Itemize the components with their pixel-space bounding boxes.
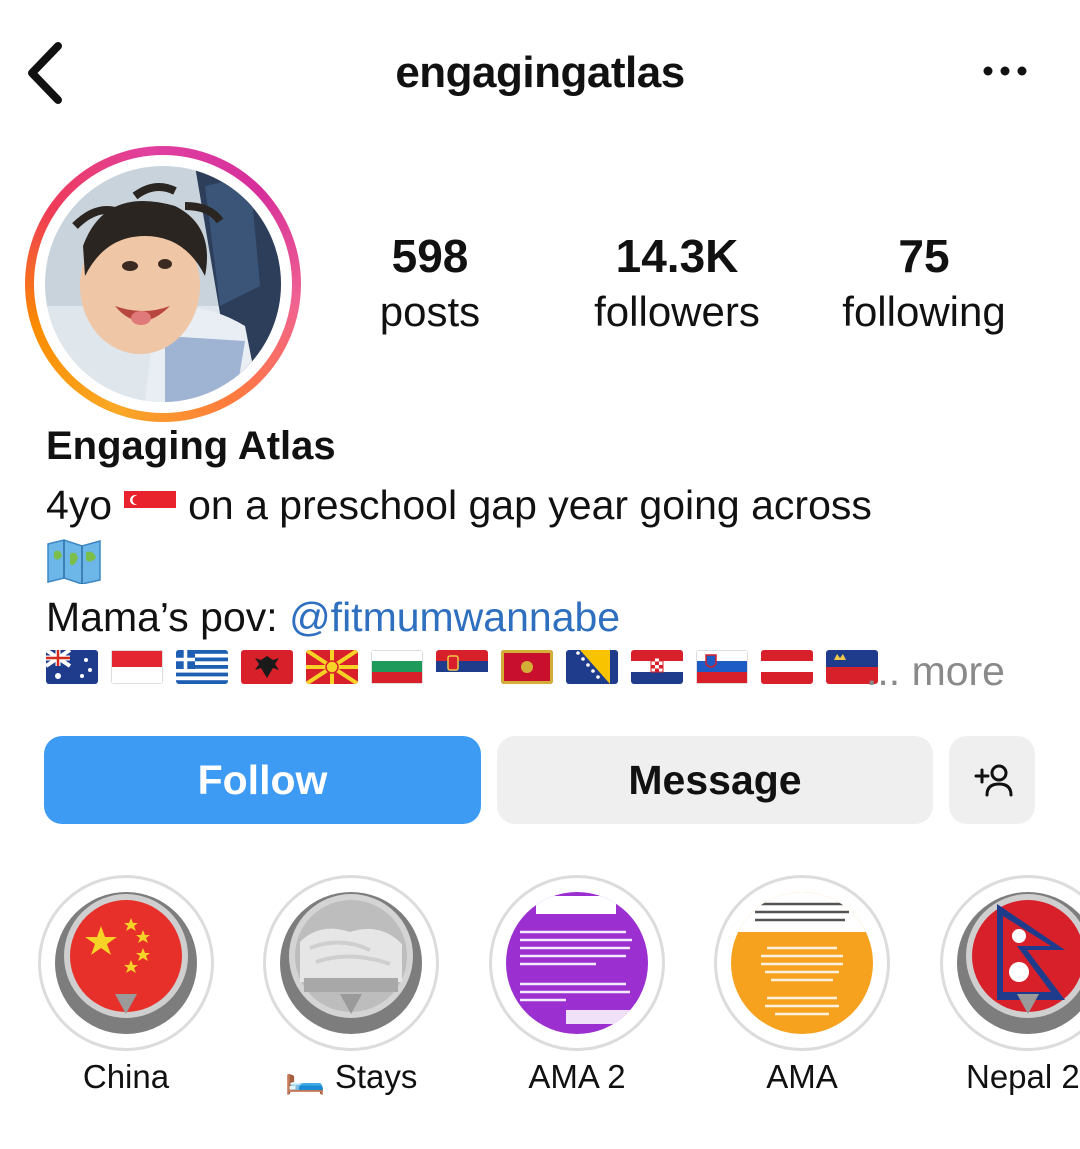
profile-display-name: Engaging Atlas — [46, 424, 336, 468]
greece-flag-icon — [176, 650, 228, 684]
bulgaria-flag-icon — [371, 650, 423, 684]
highlight-china-label: China — [82, 1058, 170, 1095]
stat-following-label: following — [842, 288, 1006, 335]
highlight-ama[interactable] — [714, 875, 890, 1051]
stat-posts-label: posts — [379, 288, 481, 335]
profile-username-title: engagingatlas — [395, 48, 685, 97]
highlight-nepal-2[interactable] — [940, 875, 1080, 1051]
avatar[interactable] — [45, 166, 281, 402]
stat-followers-label: followers — [594, 288, 760, 335]
highlight-stays[interactable] — [263, 875, 439, 1051]
australia-flag-icon — [46, 650, 98, 684]
message-button[interactable]: Message — [497, 736, 933, 824]
mention-link[interactable]: @fitmumwannabe — [289, 594, 620, 640]
bio-line-1: 4yo on a preschool gap year going across — [46, 482, 872, 529]
austria-flag-icon — [761, 650, 813, 684]
bio-line-3-prefix: Mama’s pov: — [46, 594, 290, 640]
follow-button[interactable]: Follow — [44, 736, 481, 824]
bed-photo — [280, 892, 422, 1034]
croatia-flag-icon — [631, 650, 683, 684]
bio-line-3: Mama’s pov: @fitmumwannabe — [46, 594, 620, 641]
serbia-flag-icon — [436, 650, 488, 684]
bio-line-1-suffix: on a preschool gap year going across — [188, 482, 872, 528]
orange-text-story — [731, 892, 873, 1034]
slovenia-flag-icon — [696, 650, 748, 684]
highlight-ama-2-label: AMA 2 — [528, 1058, 626, 1095]
stat-followers-value: 14.3K — [615, 230, 739, 282]
highlight-ama-label: AMA — [766, 1058, 838, 1095]
singapore-flag-icon — [124, 491, 177, 526]
bosnia-flag-icon — [566, 650, 618, 684]
bio-flag-row — [46, 650, 878, 684]
add-user-button[interactable] — [949, 736, 1035, 824]
world-map-icon — [47, 539, 101, 584]
purple-text-story — [506, 892, 648, 1034]
albania-flag-icon — [241, 650, 293, 684]
china-flag-icon — [55, 892, 197, 1034]
indonesia-flag-icon — [111, 650, 163, 684]
stat-posts-value: 598 — [391, 230, 469, 282]
highlight-ama-2[interactable] — [489, 875, 665, 1051]
bio-line-1-prefix: 4yo — [46, 482, 113, 528]
more-options-icon[interactable] — [980, 56, 1030, 86]
add-user-icon — [974, 764, 1013, 797]
stat-followers[interactable]: 14.3K followers — [567, 228, 787, 340]
highlight-china[interactable] — [38, 875, 214, 1051]
stat-posts[interactable]: 598 posts — [320, 228, 540, 340]
montenegro-flag-icon — [501, 650, 553, 684]
highlight-stays-label: 🛏️ Stays — [284, 1058, 418, 1095]
highlight-nepal-2-label: Nepal 2 — [966, 1058, 1080, 1095]
north-macedonia-flag-icon — [306, 650, 358, 684]
stat-following[interactable]: 75 following — [814, 228, 1034, 340]
stat-following-value: 75 — [898, 230, 950, 282]
bio-more-link[interactable]: ... more — [866, 648, 1005, 695]
